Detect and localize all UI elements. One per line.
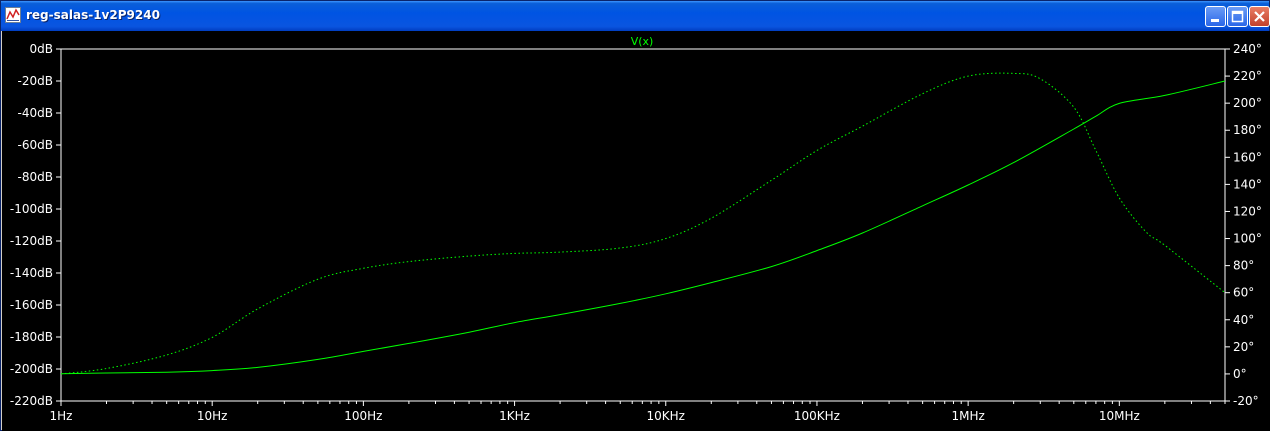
x-tick-label: 10KHz xyxy=(647,409,685,423)
minimize-icon xyxy=(1211,19,1219,22)
trace-label[interactable]: V(x) xyxy=(631,35,654,48)
maximize-button[interactable] xyxy=(1227,6,1248,27)
window-title: reg-salas-1v2P9240 xyxy=(26,8,160,22)
y-right-tick-label: 220° xyxy=(1233,69,1262,83)
minimize-button[interactable] xyxy=(1205,6,1226,27)
x-tick-label: 10Hz xyxy=(197,409,228,423)
y-right-tick-label: 180° xyxy=(1233,123,1262,137)
close-button[interactable] xyxy=(1249,6,1270,27)
y-left-tick-label: -40dB xyxy=(18,106,53,120)
y-right-tick-label: 160° xyxy=(1233,150,1262,164)
phase-trace[interactable] xyxy=(60,72,1226,375)
y-right-tick-label: 120° xyxy=(1233,204,1262,218)
magnitude-trace[interactable] xyxy=(60,80,1226,375)
bode-plot[interactable]: V(x) 0dB -20dB -40dB -60dB -80dB -100dB -120dB… xyxy=(2,31,1270,431)
x-tick-label: 1MHz xyxy=(951,409,984,423)
y-right-tick-label: 100° xyxy=(1233,232,1262,246)
y-left-tick-label: -60dB xyxy=(18,138,53,152)
y-left-tick-label: -120dB xyxy=(10,234,53,248)
app-window: reg-salas-1v2P9240 V(x) 0dB -20dB -40dB -60… xyxy=(0,0,1270,431)
y-right-tick-label: 60° xyxy=(1233,286,1254,300)
y-right-tick-label: 240° xyxy=(1233,42,1262,56)
y-right-tick-label: 140° xyxy=(1233,177,1262,191)
y-left-tick-label: 0dB xyxy=(30,42,53,56)
plot-area[interactable]: V(x) 0dB -20dB -40dB -60dB -80dB -100dB -120dB… xyxy=(2,31,1270,431)
maximize-icon xyxy=(1231,10,1244,23)
y-right-tick-label: 20° xyxy=(1233,340,1254,354)
y-left-tick-label: -180dB xyxy=(10,330,53,344)
y-right-tick-label: -20° xyxy=(1233,394,1259,408)
y-left-tick-label: -220dB xyxy=(10,394,53,408)
close-icon xyxy=(1254,11,1265,22)
y-right-tick-label: 200° xyxy=(1233,96,1262,110)
x-tick-label: 10MHz xyxy=(1099,409,1140,423)
x-tick-label: 100KHz xyxy=(794,409,840,423)
x-tick-label: 1KHz xyxy=(499,409,530,423)
y-left-tick-label: -20dB xyxy=(18,74,53,88)
y-left-tick-label: -140dB xyxy=(10,266,53,280)
title-bar[interactable]: reg-salas-1v2P9240 xyxy=(1,1,1270,31)
waveform-glyph xyxy=(6,8,20,21)
y-left-tick-label: -200dB xyxy=(10,362,53,376)
waveform-viewer-icon[interactable] xyxy=(5,7,21,23)
y-right-tick-label: 40° xyxy=(1233,313,1254,327)
y-right-tick-label: 0° xyxy=(1233,367,1247,381)
y-left-tick-label: -160dB xyxy=(10,298,53,312)
x-tick-label: 1Hz xyxy=(50,409,73,423)
plot-frame xyxy=(60,48,1226,402)
y-right-tick-label: 80° xyxy=(1233,259,1254,273)
x-tick-label: 100Hz xyxy=(344,409,382,423)
y-left-tick-label: -80dB xyxy=(18,170,53,184)
y-left-tick-label: -100dB xyxy=(10,202,53,216)
